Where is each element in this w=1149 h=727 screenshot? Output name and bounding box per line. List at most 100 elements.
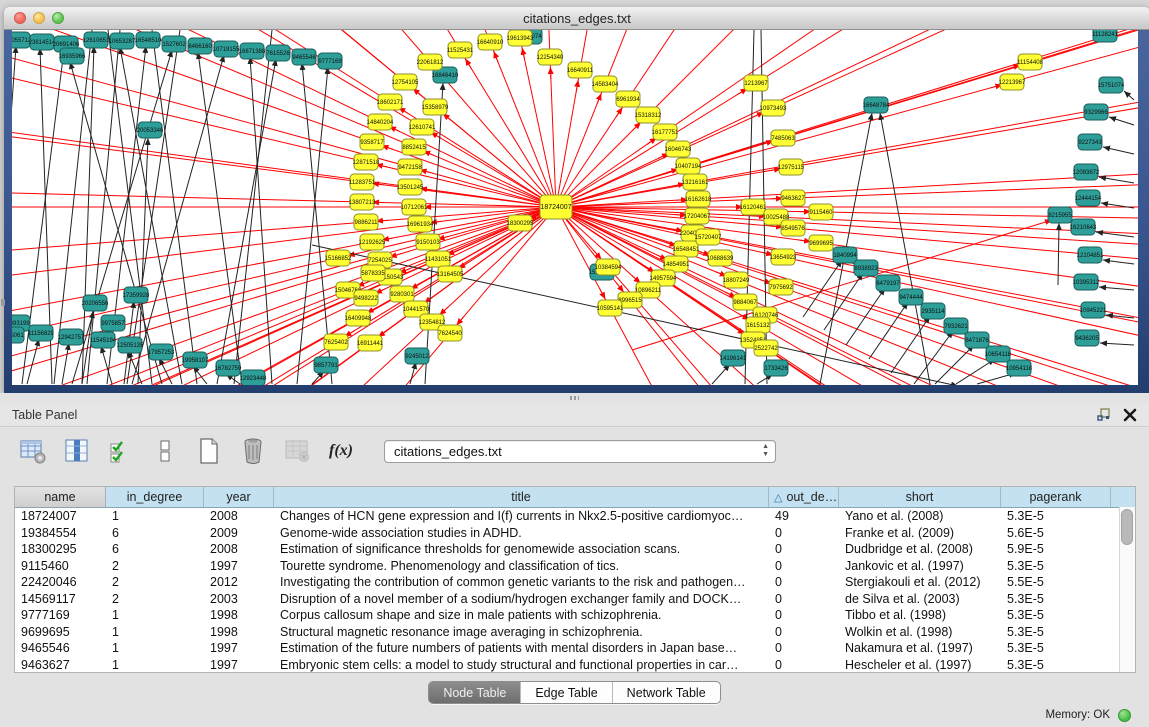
graph-node[interactable]: 4305061 <box>12 327 24 343</box>
graph-node[interactable]: 12610741 <box>409 119 436 135</box>
graph-node[interactable]: 12754105 <box>392 74 419 90</box>
graph-node[interactable]: 17204067 <box>684 208 711 224</box>
graph-node[interactable]: 9699695 <box>809 235 833 251</box>
graph-node[interactable]: 9436205 <box>1075 330 1099 346</box>
graph-node[interactable]: 20206556 <box>82 295 109 311</box>
graph-node[interactable]: 15166852 <box>325 250 352 266</box>
graph-node[interactable]: 11525431 <box>447 42 474 58</box>
graph-node[interactable]: 13501245 <box>397 179 424 195</box>
graph-node[interactable]: 9463627 <box>781 190 805 206</box>
table-row[interactable]: 977716911998Corpus callosum shape and si… <box>15 607 1135 624</box>
delete-columns-button[interactable] <box>238 436 268 466</box>
select-all-button[interactable] <box>106 436 136 466</box>
graph-node[interactable]: 9280301 <box>390 286 414 302</box>
table-row[interactable]: 1456911722003Disruption of a novel membe… <box>15 591 1135 608</box>
graph-node[interactable]: 9886211 <box>354 214 378 230</box>
graph-node[interactable]: 12104851 <box>1077 247 1104 263</box>
tab-network-table[interactable]: Network Table <box>613 682 720 703</box>
graph-node[interactable]: 12192625 <box>359 234 386 250</box>
graph-node[interactable]: 7615526 <box>266 45 290 61</box>
graph-node[interactable]: 9115460 <box>809 204 833 220</box>
column-header-in_degree[interactable]: in_degree <box>106 487 204 507</box>
graph-node[interactable]: 9777169 <box>318 53 342 69</box>
table-options-button[interactable] <box>18 436 48 466</box>
graph-node[interactable]: 12254340 <box>537 49 564 65</box>
scrollbar-thumb[interactable] <box>1121 509 1133 545</box>
graph-node[interactable]: 16671388 <box>239 43 266 59</box>
graph-node[interactable]: 22061812 <box>417 54 444 70</box>
graph-node[interactable]: 1615132 <box>746 317 770 333</box>
graph-node[interactable]: 1527602 <box>162 36 186 52</box>
table-row[interactable]: 911546021997Tourette syndrome. Phenomeno… <box>15 558 1135 575</box>
graph-node[interactable]: 10395312 <box>1073 274 1100 290</box>
graph-node[interactable]: 8471876 <box>965 332 989 348</box>
graph-node[interactable]: 10654118 <box>985 346 1012 362</box>
graph-node[interactable]: 1213967 <box>744 75 768 91</box>
graph-node[interactable]: 14840204 <box>367 114 394 130</box>
graph-node[interactable]: 16648784 <box>863 97 890 113</box>
column-header-short[interactable]: short <box>839 487 1001 507</box>
graph-node[interactable]: 8852415 <box>402 139 426 155</box>
table-row[interactable]: 1938455462009Genome-wide association stu… <box>15 525 1135 542</box>
graph-node[interactable]: 9498222 <box>354 290 378 306</box>
graph-node[interactable]: 9329966 <box>1084 104 1108 120</box>
graph-node[interactable]: 17359928 <box>123 287 150 303</box>
function-builder-button[interactable]: f(x) <box>326 436 356 466</box>
window-titlebar[interactable]: citations_edges.txt <box>4 7 1149 30</box>
graph-node[interactable]: 16911441 <box>357 335 384 351</box>
graph-node[interactable]: 16120461 <box>740 199 767 215</box>
graph-node[interactable]: 16177751 <box>652 124 679 140</box>
graph-node[interactable]: 6961934 <box>616 91 640 107</box>
table-row[interactable]: 2242004622012Investigating the contribut… <box>15 574 1135 591</box>
graph-node[interactable]: 10719155 <box>213 41 240 57</box>
panel-divider[interactable] <box>0 393 1149 403</box>
new-column-button[interactable] <box>194 436 224 466</box>
column-header-title[interactable]: title <box>274 487 769 507</box>
graph-node[interactable]: 12942757 <box>58 329 85 345</box>
graph-node[interactable]: 9465546 <box>292 49 316 65</box>
graph-node[interactable]: 2522742 <box>754 340 778 356</box>
graph-node[interactable]: 10954118 <box>1006 360 1033 376</box>
graph-node[interactable]: 9884067 <box>733 294 757 310</box>
graph-node[interactable]: 11545194 <box>90 332 117 348</box>
table-row[interactable]: 1872400712008Changes of HCN gene express… <box>15 508 1135 525</box>
graph-node[interactable]: 7625402 <box>324 334 348 350</box>
graph-node[interactable]: 15318312 <box>635 107 662 123</box>
graph-node[interactable]: 12871518 <box>353 154 380 170</box>
graph-node[interactable]: 9857791 <box>314 357 338 373</box>
graph-node[interactable]: 19613943 <box>507 30 534 46</box>
graph-node[interactable]: 2935114 <box>921 303 945 319</box>
graph-node[interactable]: 9150103 <box>416 234 440 250</box>
graph-node[interactable]: 18602171 <box>377 94 404 110</box>
graph-node[interactable]: 11156829 <box>28 325 54 341</box>
graph-node[interactable]: 11283751 <box>349 174 376 190</box>
column-header-name[interactable]: name <box>15 487 106 507</box>
graph-node[interactable]: 10407194 <box>675 158 702 174</box>
graph-node[interactable]: 10384594 <box>595 259 622 275</box>
graph-node[interactable]: 10595141 <box>597 300 624 316</box>
table-row[interactable]: 969969511998Structural magnetic resonanc… <box>15 624 1135 641</box>
show-columns-button[interactable] <box>62 436 92 466</box>
graph-node[interactable]: 12213967 <box>999 74 1026 90</box>
column-header-out_degree[interactable]: △out_de… <box>769 487 839 507</box>
graph-node[interactable]: 6479197 <box>876 275 900 291</box>
graph-node[interactable]: 5878335 <box>361 265 385 281</box>
table-vertical-scrollbar[interactable] <box>1119 507 1135 672</box>
graph-node[interactable]: 7975692 <box>769 279 793 295</box>
graph-node[interactable]: 17957253 <box>148 344 175 360</box>
tab-edge-table[interactable]: Edge Table <box>521 682 612 703</box>
graph-node[interactable]: 13216161 <box>682 174 709 190</box>
graph-node[interactable]: 16162618 <box>685 191 712 207</box>
graph-node[interactable]: 16046743 <box>665 141 692 157</box>
graph-node[interactable]: 9474444 <box>899 289 923 305</box>
close-panel-icon[interactable] <box>1123 408 1137 422</box>
graph-node[interactable]: 1840994 <box>833 247 857 263</box>
graph-node[interactable]: 16640910 <box>477 34 504 50</box>
graph-node[interactable]: 18807249 <box>723 272 750 288</box>
graph-node[interactable]: 12975115 <box>778 159 805 175</box>
graph-node[interactable]: 9472158 <box>398 159 422 175</box>
graph-node[interactable]: 15751074 <box>1098 77 1125 93</box>
graph-node[interactable]: 15358979 <box>422 99 449 115</box>
graph-node[interactable]: 8938923 <box>854 260 878 276</box>
table-row[interactable]: 946362711997Embryonic stem cells: a mode… <box>15 657 1135 674</box>
